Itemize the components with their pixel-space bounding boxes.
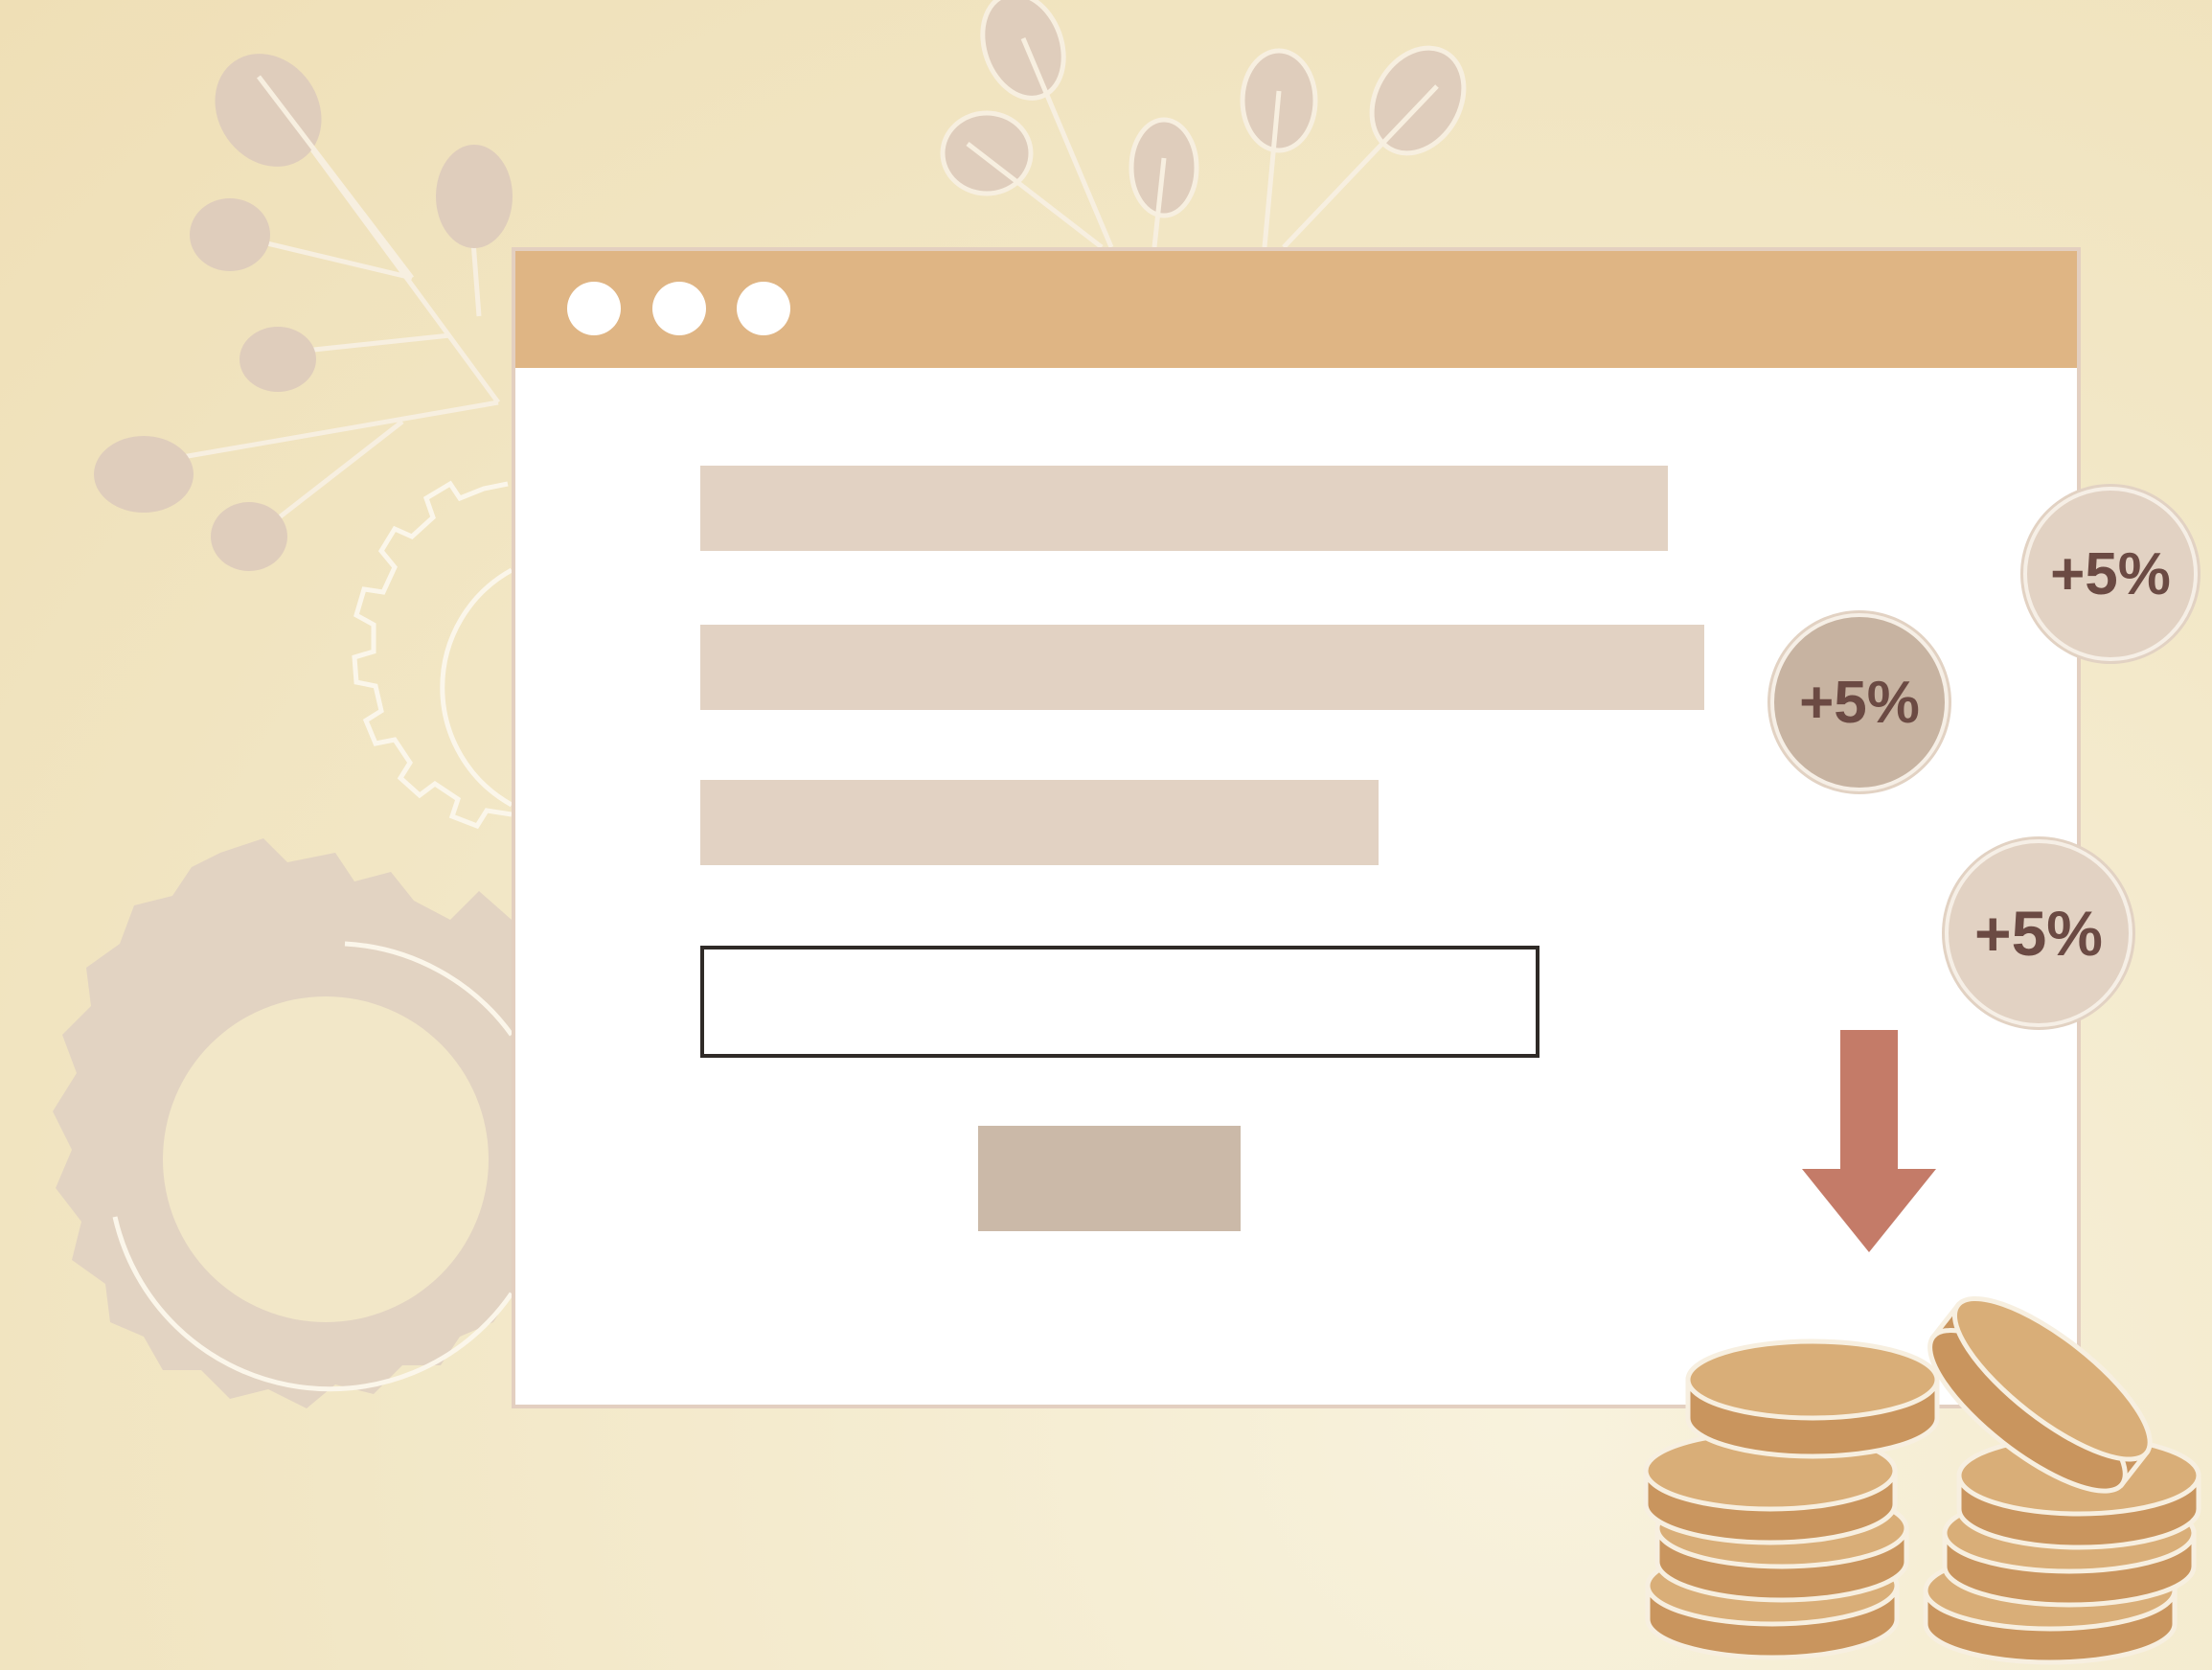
placeholder-text-line bbox=[700, 625, 1704, 710]
arrow-down-icon bbox=[1802, 1030, 1936, 1252]
illustration-scene: +5% +5% +5% bbox=[0, 0, 2212, 1670]
window-titlebar bbox=[515, 251, 2077, 368]
leaf-branch-icon bbox=[94, 54, 513, 571]
percent-badge: +5% bbox=[1770, 613, 1949, 791]
submit-button[interactable] bbox=[978, 1126, 1241, 1231]
placeholder-text-line bbox=[700, 780, 1379, 865]
percent-badge: +5% bbox=[1945, 839, 2132, 1027]
placeholder-text-line bbox=[700, 466, 1668, 551]
window-control-dot[interactable] bbox=[567, 282, 621, 335]
window-control-dot[interactable] bbox=[737, 282, 790, 335]
window-control-dot[interactable] bbox=[652, 282, 706, 335]
leaf-branch-icon bbox=[940, 0, 1467, 249]
gear-icon bbox=[352, 480, 513, 830]
percent-badge: +5% bbox=[2023, 487, 2198, 661]
coin-stack-icon bbox=[1643, 1295, 2201, 1665]
gear-icon bbox=[53, 838, 514, 1408]
form-input-field[interactable] bbox=[700, 946, 1539, 1058]
